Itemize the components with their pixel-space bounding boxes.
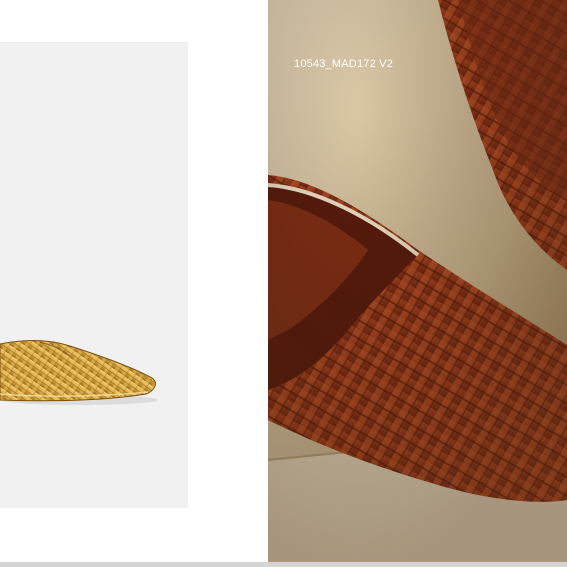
gold-shoe-image [0,340,158,405]
product-image-panel[interactable] [0,42,188,508]
horizontal-scrollbar[interactable] [0,562,567,567]
photo-caption: 10543_MAD172 V2 [294,58,394,70]
page: 10543_MAD172 V2 [0,0,567,567]
brown-shoes-image [268,0,567,563]
lifestyle-photo[interactable]: 10543_MAD172 V2 [268,0,567,563]
